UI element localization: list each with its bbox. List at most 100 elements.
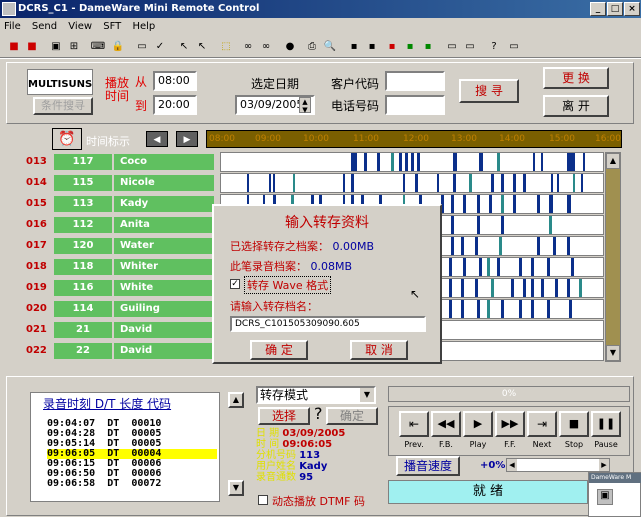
dialog-cancel-button[interactable]: 取 消 xyxy=(350,340,408,360)
call-segment[interactable] xyxy=(501,195,504,213)
records-scrollbar[interactable] xyxy=(228,410,244,478)
call-segment[interactable] xyxy=(449,258,452,276)
dameware-popup[interactable]: DameWare M ▣ xyxy=(588,472,641,517)
call-segment[interactable] xyxy=(547,300,550,318)
filename-input[interactable]: DCRS_C101505309090.605 xyxy=(230,316,426,332)
record-icon[interactable]: ● xyxy=(282,39,298,54)
cursor-alt-icon[interactable]: ↖ xyxy=(194,39,210,54)
extension-row[interactable]: 013 117 Coco xyxy=(0,152,641,172)
confirm-button[interactable]: 确定 xyxy=(326,407,378,425)
call-segment[interactable] xyxy=(567,153,575,171)
call-segment[interactable] xyxy=(403,174,405,192)
tool-icon-4[interactable]: ▪ xyxy=(402,39,418,54)
wave-format-checkbox[interactable]: ✓ xyxy=(230,279,240,289)
call-segment[interactable] xyxy=(499,237,502,255)
wave-format-label[interactable]: 转存 Wave 格式 xyxy=(244,276,332,294)
call-segment[interactable] xyxy=(513,195,516,213)
scroll-down-icon[interactable]: ▼ xyxy=(606,345,620,361)
menu-view[interactable]: View xyxy=(68,21,92,32)
screen-icon[interactable]: ▣ xyxy=(48,39,64,54)
zoom-out-icon[interactable]: ∞ xyxy=(258,39,274,54)
play-icon[interactable]: ▶ xyxy=(463,411,493,437)
call-segment[interactable] xyxy=(547,258,550,276)
cursor-icon[interactable]: ↖ xyxy=(176,39,192,54)
call-segment[interactable] xyxy=(569,300,572,318)
call-segment[interactable] xyxy=(555,279,558,297)
check-icon[interactable]: ✓ xyxy=(152,39,168,54)
call-segment[interactable] xyxy=(449,279,452,297)
call-segment[interactable] xyxy=(533,153,535,171)
scroll-up-icon[interactable]: ▲ xyxy=(606,153,620,169)
call-segment[interactable] xyxy=(579,279,582,297)
call-segment[interactable] xyxy=(405,153,408,171)
records-scroll-down-icon[interactable]: ▼ xyxy=(228,480,244,496)
call-segment[interactable] xyxy=(537,237,540,255)
lock-icon[interactable]: 🔒 xyxy=(110,39,126,54)
phone-input[interactable] xyxy=(385,95,445,115)
record-row[interactable]: 09:06:58 DT 00072 xyxy=(47,479,217,489)
select-button[interactable]: 选择 xyxy=(258,407,310,425)
next-page-icon[interactable]: ▶ xyxy=(176,131,198,147)
next-icon[interactable]: ⇥ xyxy=(527,411,557,437)
records-scroll-up-icon[interactable]: ▲ xyxy=(228,392,244,408)
call-segment[interactable] xyxy=(553,237,556,255)
print-icon[interactable]: ⎙ xyxy=(304,39,320,54)
pause-icon[interactable]: ❚❚ xyxy=(591,411,621,437)
change-button[interactable]: 更 换 xyxy=(543,67,609,89)
maximize-button[interactable]: □ xyxy=(607,2,623,16)
call-segment[interactable] xyxy=(273,174,275,192)
call-segment[interactable] xyxy=(479,153,483,171)
call-segment[interactable] xyxy=(477,195,480,213)
select-area-icon[interactable]: ⬚ xyxy=(218,39,234,54)
preview-icon[interactable]: 🔍 xyxy=(322,39,338,54)
call-segment[interactable] xyxy=(461,237,464,255)
dialog-ok-button[interactable]: 确 定 xyxy=(250,340,308,360)
call-segment[interactable] xyxy=(453,153,457,171)
fast-backward-icon[interactable]: ◀◀ xyxy=(431,411,461,437)
call-segment[interactable] xyxy=(519,258,522,276)
date-spin-icon[interactable]: ▲ ▼ xyxy=(299,97,311,114)
call-segment[interactable] xyxy=(537,195,540,213)
call-segment[interactable] xyxy=(463,195,466,213)
call-segment[interactable] xyxy=(573,174,575,192)
leave-button[interactable]: 离 开 xyxy=(543,95,609,117)
call-segment[interactable] xyxy=(475,279,478,297)
tool-icon-7[interactable]: ▭ xyxy=(462,39,478,54)
call-segment[interactable] xyxy=(364,153,367,171)
close-button[interactable]: × xyxy=(624,2,640,16)
search-button[interactable]: 搜 寻 xyxy=(459,79,519,103)
call-segment[interactable] xyxy=(461,279,464,297)
call-segment[interactable] xyxy=(247,174,249,192)
call-segment[interactable] xyxy=(567,237,570,255)
menu-file[interactable]: File xyxy=(4,21,21,32)
tool-icon-5[interactable]: ▪ xyxy=(420,39,436,54)
call-segment[interactable] xyxy=(377,153,380,171)
call-segment[interactable] xyxy=(523,174,526,192)
call-segment[interactable] xyxy=(491,279,494,297)
customer-code-input[interactable] xyxy=(385,71,445,91)
slider-right-icon[interactable]: ▶ xyxy=(599,459,609,471)
playback-speed-button[interactable]: 播音速度 xyxy=(396,456,460,476)
clock-icon[interactable]: ⏰ xyxy=(52,128,82,150)
call-segment[interactable] xyxy=(479,258,482,276)
call-segment[interactable] xyxy=(293,174,295,192)
call-segment[interactable] xyxy=(437,174,439,192)
call-segment[interactable] xyxy=(351,174,354,192)
call-segment[interactable] xyxy=(449,300,452,318)
call-segment[interactable] xyxy=(487,300,490,318)
call-segment[interactable] xyxy=(477,216,480,234)
monitor-icon[interactable]: ▭ xyxy=(134,39,150,54)
call-segment[interactable] xyxy=(567,195,571,213)
call-segment[interactable] xyxy=(541,279,544,297)
prev-icon[interactable]: ⇤ xyxy=(399,411,429,437)
call-segment[interactable] xyxy=(343,174,345,192)
call-segment[interactable] xyxy=(477,300,480,318)
call-segment[interactable] xyxy=(567,279,570,297)
call-segment[interactable] xyxy=(475,237,478,255)
call-segment[interactable] xyxy=(571,258,574,276)
call-segment[interactable] xyxy=(531,279,534,297)
call-segment[interactable] xyxy=(497,153,500,171)
call-segment[interactable] xyxy=(451,237,454,255)
call-segment[interactable] xyxy=(453,174,456,192)
call-segment[interactable] xyxy=(399,153,402,171)
